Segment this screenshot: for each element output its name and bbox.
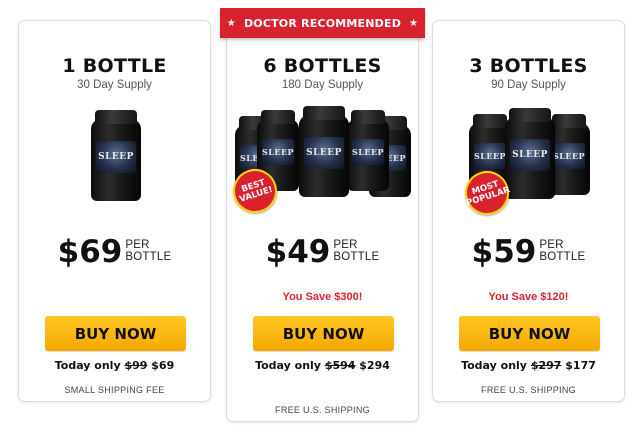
- offer-card-6-bottles: 6 BOTTLES 180 Day Supply SLEEP SLEEP SLE…: [226, 18, 419, 422]
- price-block: $69 PER BOTTLE: [19, 235, 210, 269]
- product-image: SLEEP: [19, 110, 210, 219]
- star-icon: ★: [226, 17, 236, 29]
- price-block: $59 PER BOTTLE: [433, 235, 624, 269]
- today-only-price: Today only $99 $69: [54, 359, 175, 372]
- shipping-note: SMALL SHIPPING FEE: [64, 385, 165, 395]
- savings-text: You Save $300!: [282, 291, 363, 303]
- savings-text: You Save $120!: [488, 291, 569, 303]
- offer-supply: 30 Day Supply: [77, 79, 152, 91]
- sale-price: $294: [359, 359, 390, 372]
- star-icon: ★: [409, 17, 419, 29]
- price: $69: [57, 234, 123, 270]
- shipping-note: FREE U.S. SHIPPING: [481, 385, 576, 395]
- per-bottle-label: PER BOTTLE: [125, 239, 172, 263]
- per-bottle-label: PER BOTTLE: [539, 239, 586, 263]
- sale-price: $69: [151, 359, 175, 372]
- buy-now-button[interactable]: BUY NOW: [253, 316, 394, 351]
- shipping-note: FREE U.S. SHIPPING: [275, 405, 370, 415]
- today-only-price: Today only $297 $177: [461, 359, 596, 372]
- banner-label: DOCTOR RECOMMENDED: [243, 16, 402, 30]
- offer-card-3-bottles: 3 BOTTLES 90 Day Supply SLEEP SLEEP SLEE…: [432, 20, 625, 402]
- bottle-image: SLEEP: [505, 108, 555, 199]
- offer-card-1-bottle: 1 BOTTLE 30 Day Supply SLEEP $69 PER BOTT…: [18, 20, 211, 402]
- offer-supply: 180 Day Supply: [281, 79, 364, 91]
- price-block: $49 PER BOTTLE: [227, 235, 418, 269]
- original-price: $297: [530, 359, 562, 372]
- product-image: SLEEP SLEEP SLEEP: [433, 108, 624, 217]
- buy-now-button[interactable]: BUY NOW: [459, 316, 600, 351]
- original-price: $99: [124, 359, 148, 372]
- offer-title: 6 BOTTLES: [263, 55, 382, 77]
- price: $59: [471, 234, 537, 270]
- bottle-image: SLEEP: [347, 110, 389, 191]
- offer-title: 1 BOTTLE: [62, 55, 167, 77]
- price: $49: [265, 234, 331, 270]
- bottle-image: SLEEP: [299, 106, 349, 197]
- bottle-label: SLEEP: [96, 141, 136, 173]
- original-price: $594: [324, 359, 356, 372]
- offer-supply: 90 Day Supply: [491, 79, 566, 91]
- sale-price: $177: [565, 359, 596, 372]
- offer-title: 3 BOTTLES: [469, 55, 588, 77]
- today-only-price: Today only $594 $294: [255, 359, 390, 372]
- per-bottle-label: PER BOTTLE: [333, 239, 380, 263]
- bottle-image: SLEEP: [91, 110, 141, 201]
- buy-now-button[interactable]: BUY NOW: [45, 316, 186, 351]
- doctor-recommended-banner: ★ DOCTOR RECOMMENDED ★: [220, 8, 425, 38]
